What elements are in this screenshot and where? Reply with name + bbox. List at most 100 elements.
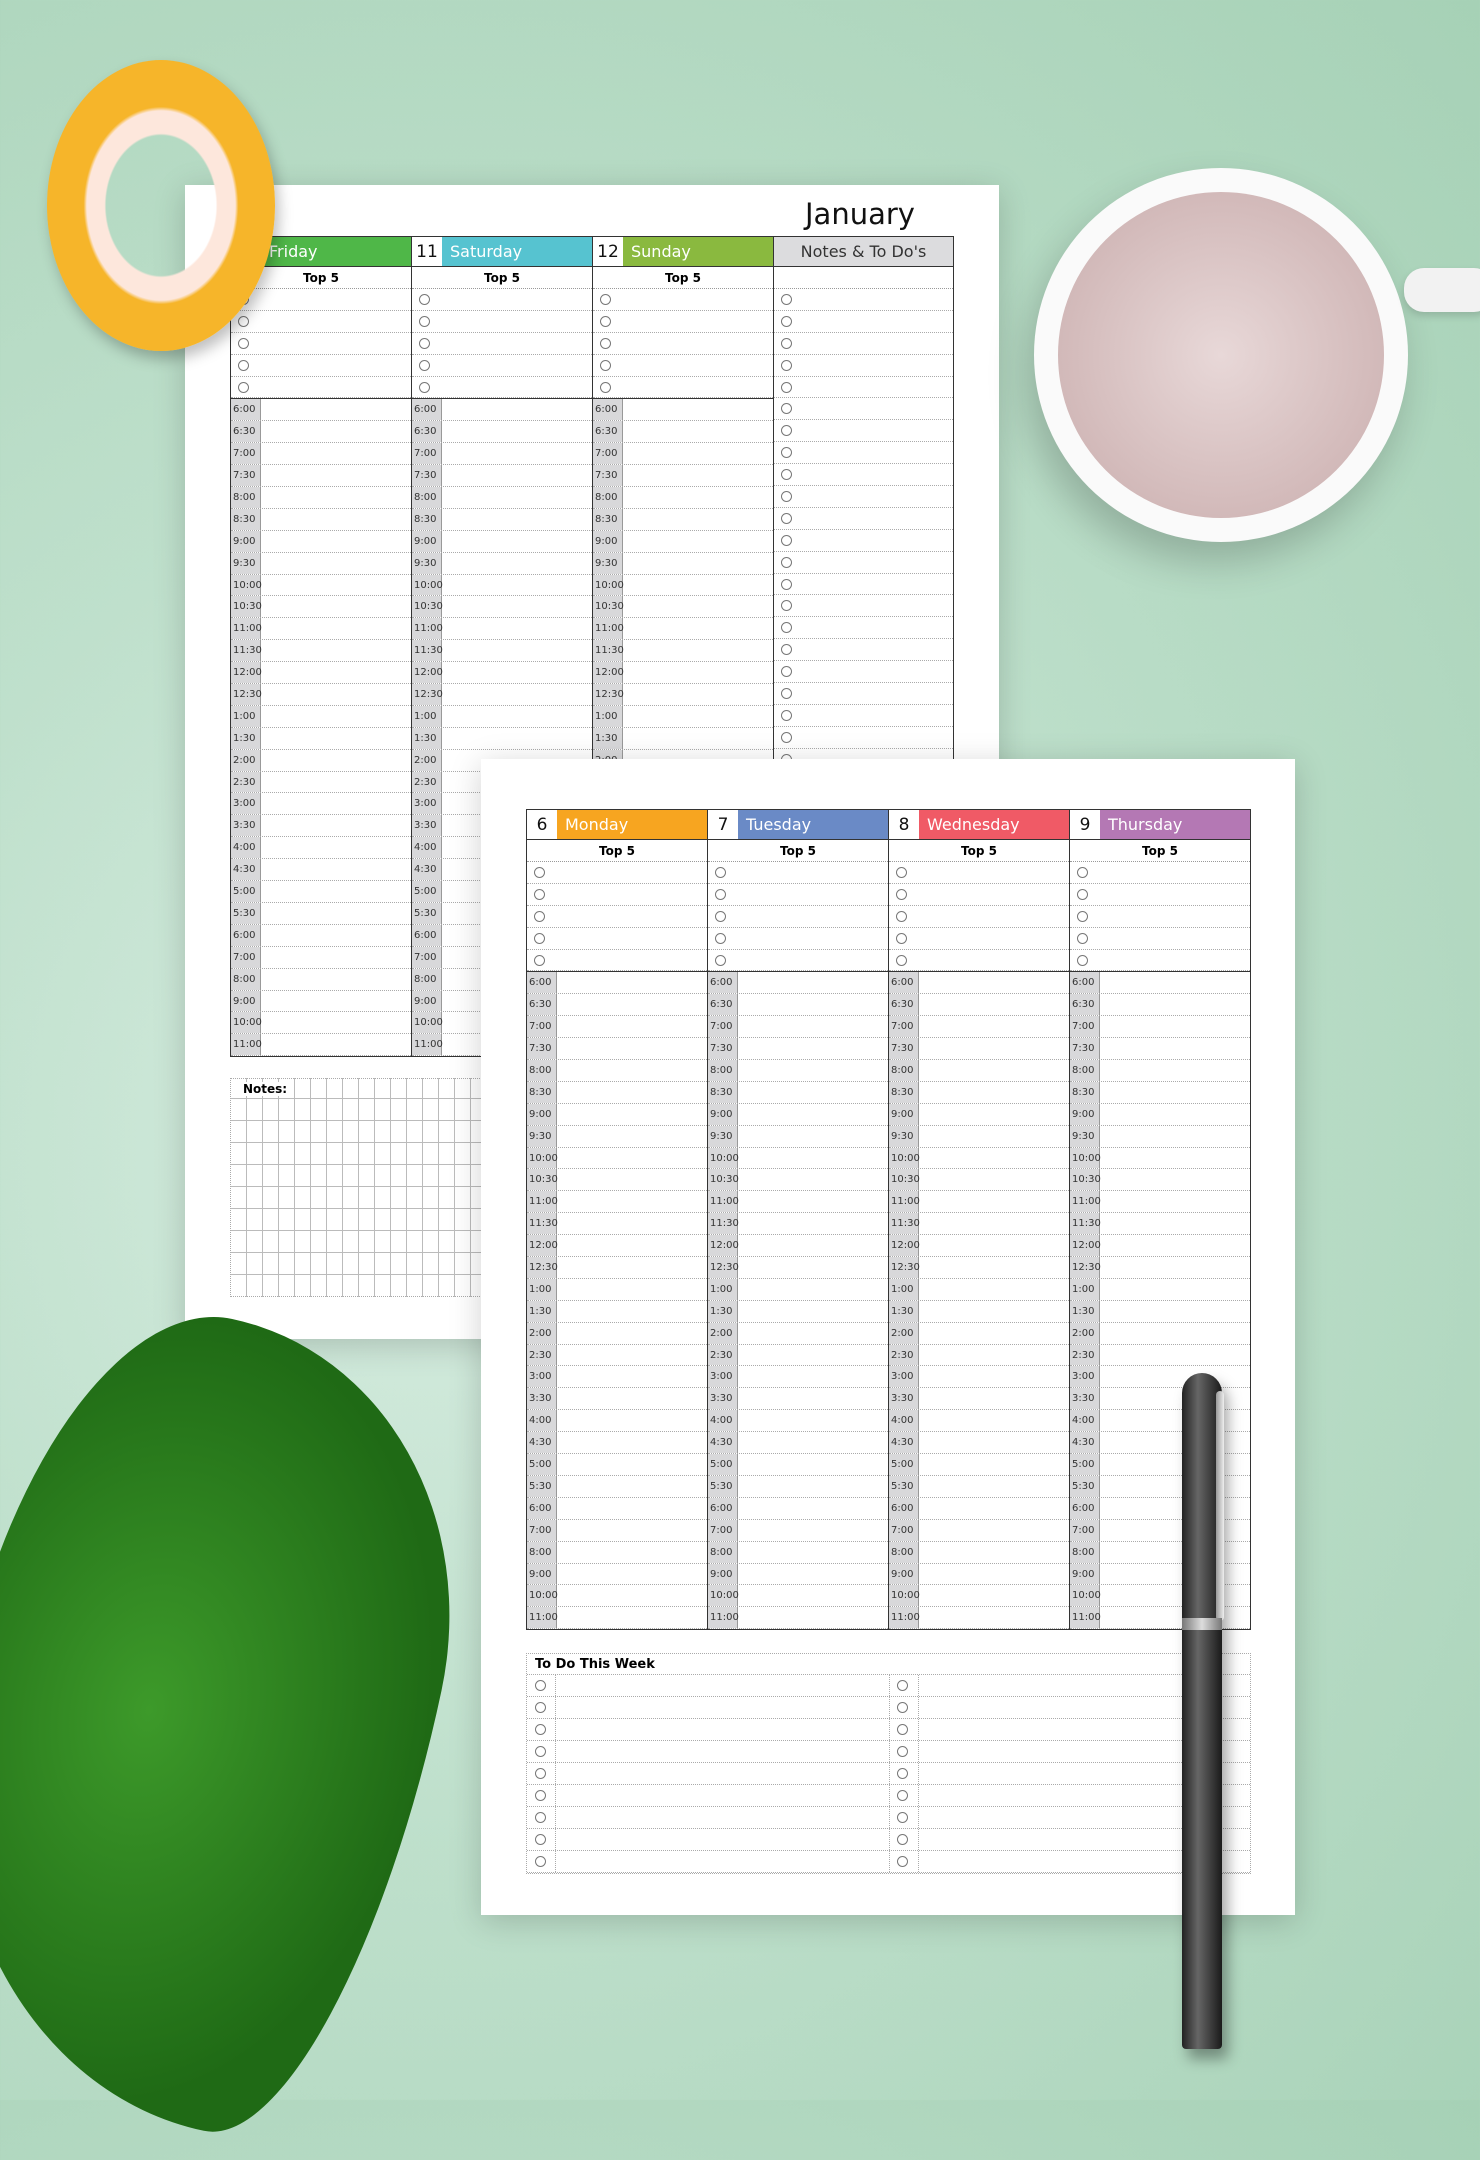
time-slot[interactable]: 12:30 <box>889 1257 1069 1279</box>
time-slot[interactable]: 5:30 <box>231 902 411 925</box>
time-slot[interactable]: 12:30 <box>527 1257 707 1279</box>
time-slot[interactable]: 6:30 <box>889 994 1069 1017</box>
time-slot[interactable]: 1:00 <box>412 705 592 728</box>
time-slot[interactable]: 5:00 <box>708 1454 888 1476</box>
checkbox-circle[interactable] <box>419 381 430 393</box>
top5-item[interactable] <box>889 906 1069 928</box>
checkbox-circle[interactable] <box>781 556 792 568</box>
todo-row[interactable] <box>527 1807 1250 1829</box>
time-slot[interactable]: 6:00 <box>889 972 1069 995</box>
time-slot[interactable]: 11:00 <box>412 618 592 641</box>
time-slot[interactable]: 1:30 <box>231 727 411 750</box>
checkbox-circle[interactable] <box>781 578 792 590</box>
top5-item[interactable] <box>527 862 707 884</box>
time-slot[interactable]: 10:00 <box>1070 1147 1250 1170</box>
top5-item[interactable] <box>708 884 888 906</box>
time-slot[interactable]: 6:30 <box>1070 994 1250 1017</box>
notes-item[interactable] <box>774 508 953 530</box>
checkbox-circle[interactable] <box>715 888 726 900</box>
time-slot[interactable]: 11:00 <box>527 1191 707 1214</box>
time-slot[interactable]: 12:30 <box>231 684 411 706</box>
time-slot[interactable]: 3:00 <box>889 1366 1069 1389</box>
checkbox-circle[interactable] <box>897 1856 908 1867</box>
time-slot[interactable]: 6:30 <box>527 994 707 1017</box>
notes-item[interactable] <box>774 377 953 399</box>
time-slot[interactable]: 4:30 <box>889 1432 1069 1455</box>
todo-row[interactable] <box>527 1851 1250 1873</box>
time-slot[interactable]: 12:30 <box>1070 1257 1250 1279</box>
time-slot[interactable]: 6:30 <box>593 421 773 444</box>
time-slot[interactable]: 1:00 <box>708 1278 888 1301</box>
time-slot[interactable]: 3:30 <box>889 1388 1069 1411</box>
checkbox-circle[interactable] <box>600 315 611 327</box>
checkbox-circle[interactable] <box>535 1834 546 1845</box>
checkbox-circle[interactable] <box>1077 932 1088 944</box>
time-slot[interactable]: 1:30 <box>527 1300 707 1323</box>
checkbox-circle[interactable] <box>896 910 907 922</box>
checkbox-circle[interactable] <box>781 512 792 524</box>
time-slot[interactable]: 4:00 <box>231 837 411 860</box>
time-slot[interactable]: 4:00 <box>527 1410 707 1433</box>
top5-item[interactable] <box>1070 862 1250 884</box>
top5-item[interactable] <box>1070 906 1250 928</box>
checkbox-circle[interactable] <box>1077 867 1088 878</box>
checkbox-circle[interactable] <box>897 1790 908 1801</box>
time-slot[interactable]: 8:00 <box>231 487 411 509</box>
top5-item[interactable] <box>231 311 411 333</box>
time-slot[interactable]: 2:00 <box>1070 1322 1250 1345</box>
top5-item[interactable] <box>593 289 773 311</box>
checkbox-circle[interactable] <box>781 447 792 459</box>
time-slot[interactable]: 6:00 <box>231 924 411 947</box>
time-slot[interactable]: 11:00 <box>708 1191 888 1214</box>
time-slot[interactable]: 9:00 <box>708 1103 888 1126</box>
time-slot[interactable]: 10:30 <box>1070 1169 1250 1192</box>
time-slot[interactable]: 9:00 <box>593 530 773 553</box>
time-slot[interactable]: 2:00 <box>527 1322 707 1345</box>
time-slot[interactable]: 2:00 <box>231 749 411 772</box>
time-slot[interactable]: 9:00 <box>231 530 411 553</box>
checkbox-circle[interactable] <box>238 337 249 349</box>
top5-item[interactable] <box>527 906 707 928</box>
checkbox-circle[interactable] <box>715 932 726 944</box>
todo-row[interactable] <box>527 1675 1250 1697</box>
notes-item[interactable] <box>774 639 953 662</box>
time-slot[interactable]: 9:00 <box>1070 1103 1250 1126</box>
time-slot[interactable]: 3:00 <box>527 1366 707 1389</box>
time-slot[interactable]: 1:00 <box>889 1278 1069 1301</box>
checkbox-circle[interactable] <box>600 359 611 371</box>
time-slot[interactable]: 3:00 <box>231 793 411 816</box>
todo-row[interactable] <box>527 1741 1250 1763</box>
time-slot[interactable]: 1:00 <box>231 705 411 728</box>
time-slot[interactable]: 9:30 <box>889 1125 1069 1148</box>
notes-item[interactable] <box>774 705 953 727</box>
time-slot[interactable]: 11:30 <box>412 640 592 663</box>
checkbox-circle[interactable] <box>535 1702 546 1713</box>
time-slot[interactable]: 9:00 <box>527 1103 707 1126</box>
checkbox-circle[interactable] <box>781 534 792 546</box>
time-slot[interactable]: 7:30 <box>527 1038 707 1061</box>
notes-item[interactable] <box>774 683 953 705</box>
time-slot[interactable]: 9:30 <box>412 552 592 575</box>
checkbox-circle[interactable] <box>781 359 792 371</box>
time-slot[interactable]: 7:30 <box>708 1038 888 1061</box>
checkbox-circle[interactable] <box>600 381 611 393</box>
time-slot[interactable]: 8:00 <box>593 487 773 509</box>
time-slot[interactable]: 5:00 <box>231 881 411 903</box>
time-slot[interactable]: 8:30 <box>1070 1081 1250 1104</box>
checkbox-circle[interactable] <box>781 600 792 612</box>
time-slot[interactable]: 12:00 <box>412 662 592 685</box>
time-slot[interactable]: 1:30 <box>889 1300 1069 1323</box>
notes-item[interactable] <box>774 530 953 552</box>
time-slot[interactable]: 6:30 <box>412 421 592 444</box>
time-slot[interactable]: 9:00 <box>231 990 411 1013</box>
top5-item[interactable] <box>593 333 773 355</box>
time-slot[interactable]: 4:30 <box>527 1432 707 1455</box>
notes-item[interactable] <box>774 574 953 596</box>
top5-item[interactable] <box>708 928 888 950</box>
time-slot[interactable]: 10:30 <box>889 1169 1069 1192</box>
time-slot[interactable]: 1:30 <box>593 727 773 750</box>
todo-row[interactable] <box>527 1829 1250 1851</box>
time-slot[interactable]: 12:30 <box>593 684 773 706</box>
top5-item[interactable] <box>1070 950 1250 972</box>
time-slot[interactable]: 1:30 <box>708 1300 888 1323</box>
